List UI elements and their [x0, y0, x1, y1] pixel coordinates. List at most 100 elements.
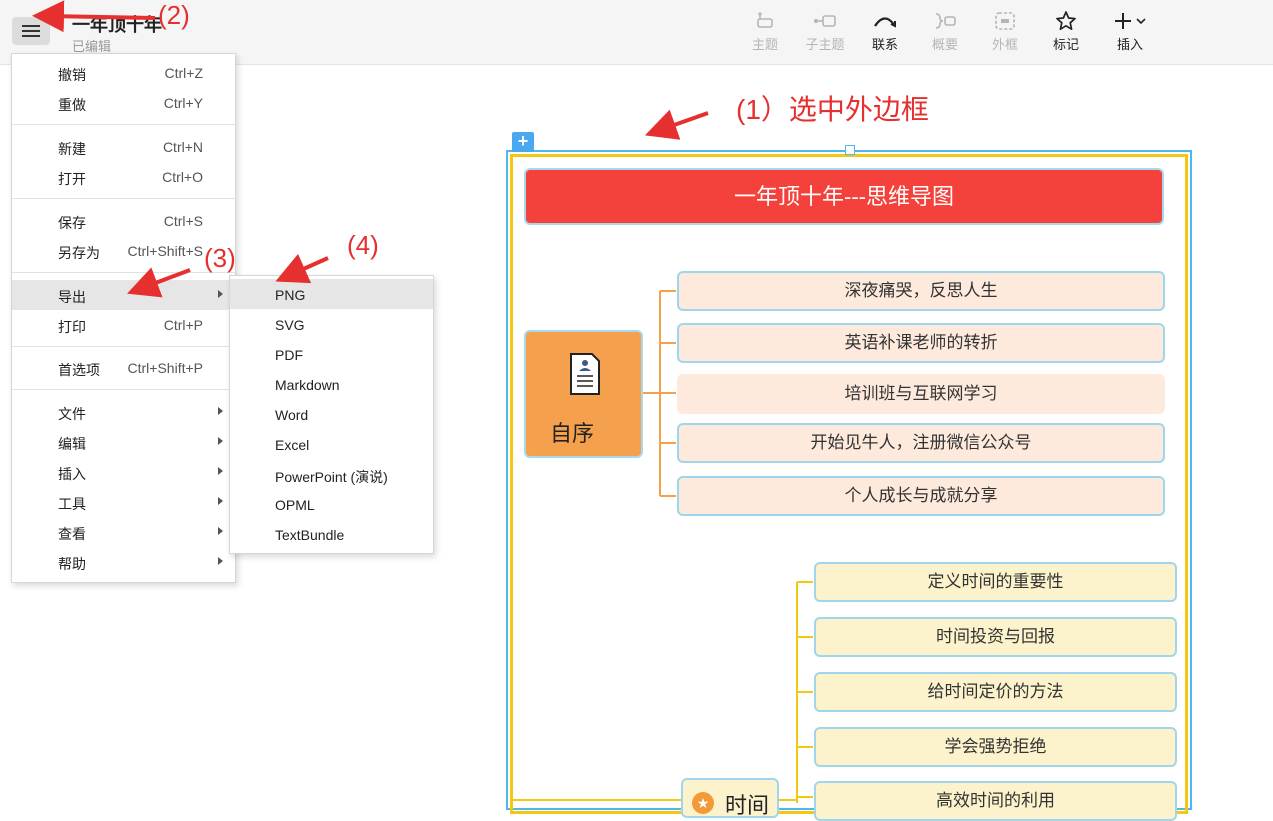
annotation-step-1: (1）选中外边框 — [736, 94, 929, 125]
menu-label: 文件 — [58, 406, 86, 422]
hamburger-icon — [22, 25, 40, 37]
menu-item-open[interactable]: 打开 Ctrl+O — [12, 162, 235, 192]
menu-shortcut: Ctrl+Shift+S — [127, 243, 203, 259]
boundary-button[interactable]: 外框 — [977, 8, 1033, 53]
menu-item-tools[interactable]: 工具 — [12, 487, 235, 517]
menu-shortcut: Ctrl+Z — [164, 65, 204, 81]
relation-curve-icon — [874, 17, 896, 28]
subtopic-item[interactable]: 高效时间的利用 — [814, 781, 1177, 821]
star-icon — [1056, 11, 1076, 31]
subtopic-item[interactable]: 时间投资与回报 — [814, 617, 1177, 657]
menu-label: 帮助 — [58, 556, 86, 572]
submenu-arrow-icon — [218, 497, 223, 505]
boundary-label: 外框 — [991, 37, 1018, 52]
marker-button[interactable]: 标记 — [1038, 8, 1094, 53]
export-pdf[interactable]: PDF — [230, 339, 433, 369]
menu-divider — [12, 346, 235, 347]
subtopic-item[interactable]: 开始见牛人，注册微信公众号 — [677, 423, 1165, 463]
annotation-step-4: (4) — [347, 230, 379, 260]
menu-shortcut: Ctrl+Y — [163, 95, 203, 111]
relation-button[interactable]: 联系 — [857, 8, 913, 53]
menu-item-preferences[interactable]: 首选项 Ctrl+Shift+P — [12, 353, 235, 383]
menu-label: 撤销 — [58, 67, 86, 83]
menu-divider — [12, 198, 235, 199]
summary-label: 概要 — [931, 37, 958, 52]
subtopic-item[interactable]: 英语补课老师的转折 — [677, 323, 1165, 363]
subtopic-item[interactable]: 学会强势拒绝 — [814, 727, 1177, 767]
relation-label: 联系 — [871, 37, 898, 52]
annotation-step-2: (2) — [158, 0, 190, 30]
menu-item-help[interactable]: 帮助 — [12, 547, 235, 577]
submenu-arrow-icon — [218, 407, 223, 415]
export-svg[interactable]: SVG — [230, 309, 433, 339]
export-png[interactable]: PNG — [230, 279, 433, 309]
subtopic-icon — [814, 15, 836, 27]
menu-label: 另存为 — [58, 245, 100, 261]
menu-item-save[interactable]: 保存 Ctrl+S — [12, 206, 235, 236]
menu-item-insert[interactable]: 插入 — [12, 457, 235, 487]
menu-label: 工具 — [58, 496, 86, 512]
insert-button[interactable]: 插入 — [1102, 8, 1158, 53]
export-submenu: PNG SVG PDF Markdown Word Excel PowerPoi… — [229, 275, 434, 554]
menu-item-save-as[interactable]: 另存为 Ctrl+Shift+S — [12, 236, 235, 266]
menu-label: 保存 — [58, 215, 86, 231]
menu-shortcut: Ctrl+Shift+P — [127, 360, 203, 376]
subtopic-item[interactable]: 定义时间的重要性 — [814, 562, 1177, 602]
add-boundary-handle[interactable]: + — [512, 132, 534, 152]
export-excel[interactable]: Excel — [230, 429, 433, 459]
summary-button[interactable]: 概要 — [917, 8, 973, 53]
topic-button[interactable]: 主题 — [737, 8, 793, 53]
export-format-label: Markdown — [275, 377, 340, 393]
export-powerpoint[interactable]: PowerPoint (演说) — [230, 459, 433, 489]
menu-item-view[interactable]: 查看 — [12, 517, 235, 547]
menu-label: 导出 — [58, 289, 86, 305]
menu-label: 首选项 — [58, 362, 100, 378]
menu-item-export[interactable]: 导出 — [12, 280, 235, 310]
central-topic[interactable]: 一年顶十年---思维导图 — [524, 168, 1164, 225]
document-icon — [570, 353, 600, 395]
subtopic-item[interactable]: 给时间定价的方法 — [814, 672, 1177, 712]
subtopic-item[interactable]: 培训班与互联网学习 — [677, 374, 1165, 414]
topic-preface-label: 自序 — [550, 421, 595, 446]
menu-shortcut: Ctrl+N — [162, 139, 203, 155]
subtopic-button[interactable]: 子主题 — [797, 8, 853, 53]
menu-item-new[interactable]: 新建 Ctrl+N — [12, 132, 235, 162]
star-marker-icon: ★ — [692, 792, 714, 814]
annotation-step-3: (3) — [204, 243, 236, 273]
menu-label: 插入 — [58, 466, 86, 482]
export-format-label: PDF — [275, 347, 303, 363]
menu-shortcut: Ctrl+P — [163, 317, 203, 333]
subtopic-label: 子主题 — [805, 37, 845, 52]
menu-shortcut: Ctrl+S — [163, 213, 203, 229]
menu-label: 查看 — [58, 526, 86, 542]
submenu-arrow-icon — [218, 527, 223, 535]
boundary-icon — [995, 12, 1015, 30]
menu-item-file[interactable]: 文件 — [12, 397, 235, 427]
topic-time-label: 时间 — [725, 793, 770, 818]
marker-label: 标记 — [1052, 37, 1079, 52]
export-word[interactable]: Word — [230, 399, 433, 429]
submenu-arrow-icon — [218, 557, 223, 565]
menu-item-edit[interactable]: 编辑 — [12, 427, 235, 457]
export-textbundle[interactable]: TextBundle — [230, 519, 433, 549]
export-opml[interactable]: OPML — [230, 489, 433, 519]
hamburger-menu-button[interactable] — [12, 17, 50, 45]
export-markdown[interactable]: Markdown — [230, 369, 433, 399]
subtopic-item[interactable]: 个人成长与成就分享 — [677, 476, 1165, 516]
menu-label: 新建 — [58, 141, 86, 157]
summary-brace-icon — [935, 13, 956, 29]
menu-item-redo[interactable]: 重做 Ctrl+Y — [12, 88, 235, 118]
resize-handle[interactable] — [845, 145, 855, 155]
menu-item-print[interactable]: 打印 Ctrl+P — [12, 310, 235, 340]
subtopic-item[interactable]: 深夜痛哭，反思人生 — [677, 271, 1165, 311]
menu-item-undo[interactable]: 撤销 Ctrl+Z — [12, 58, 235, 88]
topic-time[interactable]: ★ 时间 — [681, 778, 779, 818]
export-format-label: SVG — [275, 317, 305, 333]
export-format-label: TextBundle — [275, 527, 345, 543]
main-menu: 撤销 Ctrl+Z 重做 Ctrl+Y 新建 Ctrl+N 打开 Ctrl+O 保存 Ct… — [11, 53, 236, 583]
export-format-label: Word — [275, 407, 309, 423]
menu-divider — [12, 389, 235, 390]
topic-preface[interactable]: 自序 — [524, 330, 643, 458]
insert-label: 插入 — [1116, 37, 1143, 52]
menu-label: 重做 — [58, 97, 86, 113]
